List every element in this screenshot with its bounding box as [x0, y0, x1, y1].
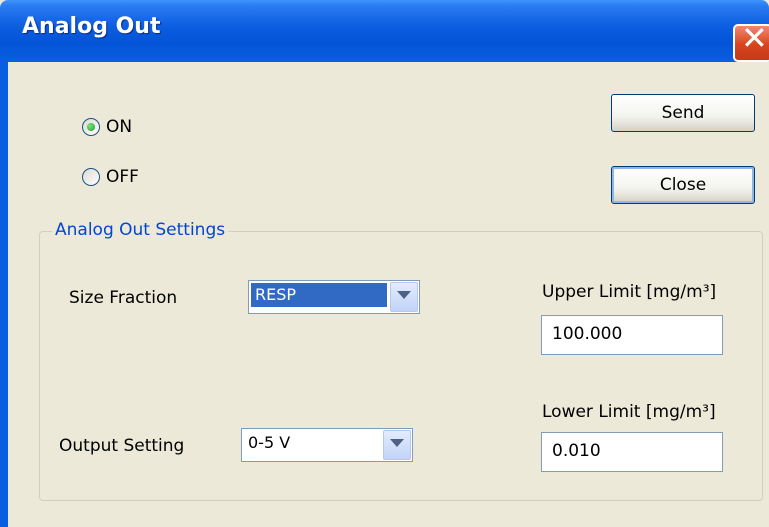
radio-on-label: ON: [106, 117, 133, 137]
size-fraction-value: RESP: [251, 283, 387, 307]
close-window-button[interactable]: ✕: [733, 19, 769, 62]
output-setting-label: Output Setting: [59, 436, 185, 456]
analog-out-dialog: Analog Out ✕ ON OFF Send Close Analog Ou…: [0, 0, 769, 527]
window-frame-left: [0, 62, 8, 527]
size-fraction-label: Size Fraction: [69, 288, 178, 308]
lower-limit-value: 0.010: [552, 441, 601, 461]
close-button[interactable]: Close: [611, 166, 755, 204]
upper-limit-input[interactable]: 100.000: [541, 315, 723, 355]
dialog-body: ON OFF Send Close Analog Out Settings Si…: [8, 62, 769, 527]
upper-limit-label: Upper Limit [mg/m³]: [542, 282, 717, 302]
send-button-label: Send: [661, 103, 705, 123]
radio-off-label: OFF: [106, 167, 139, 187]
radio-selected-icon: [82, 118, 100, 136]
output-setting-select[interactable]: 0-5 V: [241, 428, 413, 462]
group-title: Analog Out Settings: [52, 220, 229, 240]
close-button-label: Close: [659, 175, 707, 195]
lower-limit-label: Lower Limit [mg/m³]: [542, 402, 716, 422]
chevron-down-icon[interactable]: [383, 430, 411, 460]
window-title: Analog Out: [22, 14, 161, 39]
title-bar[interactable]: Analog Out ✕: [0, 0, 769, 62]
close-icon: ✕: [741, 19, 768, 57]
size-fraction-select[interactable]: RESP: [248, 280, 420, 314]
radio-unselected-icon: [82, 168, 100, 186]
lower-limit-input[interactable]: 0.010: [541, 432, 723, 472]
send-button[interactable]: Send: [611, 94, 755, 132]
chevron-down-icon[interactable]: [390, 282, 418, 312]
output-setting-value: 0-5 V: [248, 433, 291, 452]
upper-limit-value: 100.000: [552, 324, 623, 344]
